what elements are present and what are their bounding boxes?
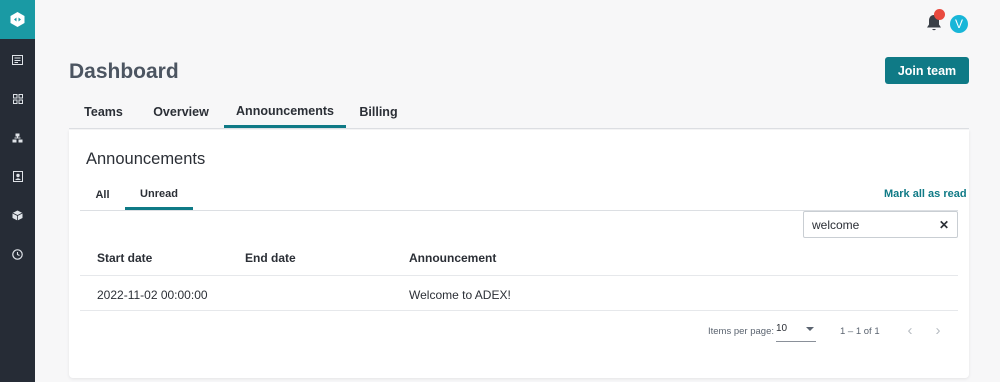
- grid-icon[interactable]: [11, 92, 24, 105]
- close-icon[interactable]: ✕: [939, 218, 949, 232]
- page-title: Dashboard: [69, 60, 179, 83]
- column-header-announcement[interactable]: Announcement: [409, 251, 496, 265]
- cell-announcement: Welcome to ADEX!: [409, 288, 511, 302]
- tab-announcements[interactable]: Announcements: [224, 96, 346, 128]
- logo-icon[interactable]: [0, 0, 35, 39]
- cell-start-date: 2022-11-02 00:00:00: [97, 288, 208, 302]
- items-per-page-value: 10: [776, 323, 788, 334]
- sub-tabs: All Unread: [80, 180, 958, 211]
- avatar[interactable]: V: [950, 15, 968, 33]
- column-header-start-date[interactable]: Start date: [97, 251, 152, 265]
- tab-billing[interactable]: Billing: [346, 96, 411, 128]
- mark-all-read-link[interactable]: Mark all as read: [884, 188, 967, 200]
- contact-card-icon[interactable]: [11, 170, 24, 183]
- main-tabs: Teams Overview Announcements Billing: [69, 96, 969, 129]
- previous-page-icon[interactable]: ‹: [903, 323, 917, 338]
- join-team-button[interactable]: Join team: [885, 57, 969, 84]
- announcements-card: Announcements All Unread Mark all as rea…: [69, 130, 969, 378]
- hierarchy-icon[interactable]: [11, 131, 24, 144]
- next-page-icon[interactable]: ›: [931, 323, 945, 338]
- subtab-all[interactable]: All: [80, 180, 125, 210]
- search-input-value: welcome: [812, 218, 860, 232]
- sidebar: [0, 0, 35, 382]
- pagination-range: 1 – 1 of 1: [840, 326, 880, 337]
- column-header-end-date[interactable]: End date: [245, 251, 296, 265]
- items-per-page-select[interactable]: 10: [776, 320, 816, 342]
- table-header: Start date End date Announcement: [80, 239, 958, 276]
- search-input[interactable]: welcome ✕: [803, 211, 958, 238]
- table-row[interactable]: 2022-11-02 00:00:00 Welcome to ADEX!: [80, 277, 958, 311]
- notification-badge: [934, 9, 945, 20]
- chevron-down-icon: [806, 327, 814, 331]
- clock-icon[interactable]: [11, 248, 24, 261]
- subtab-unread[interactable]: Unread: [125, 180, 193, 210]
- card-title: Announcements: [86, 150, 206, 168]
- newspaper-icon[interactable]: [11, 53, 24, 66]
- tab-overview[interactable]: Overview: [138, 96, 224, 128]
- cube-icon[interactable]: [11, 209, 24, 222]
- tab-teams[interactable]: Teams: [69, 96, 138, 128]
- items-per-page-label: Items per page:: [708, 326, 775, 337]
